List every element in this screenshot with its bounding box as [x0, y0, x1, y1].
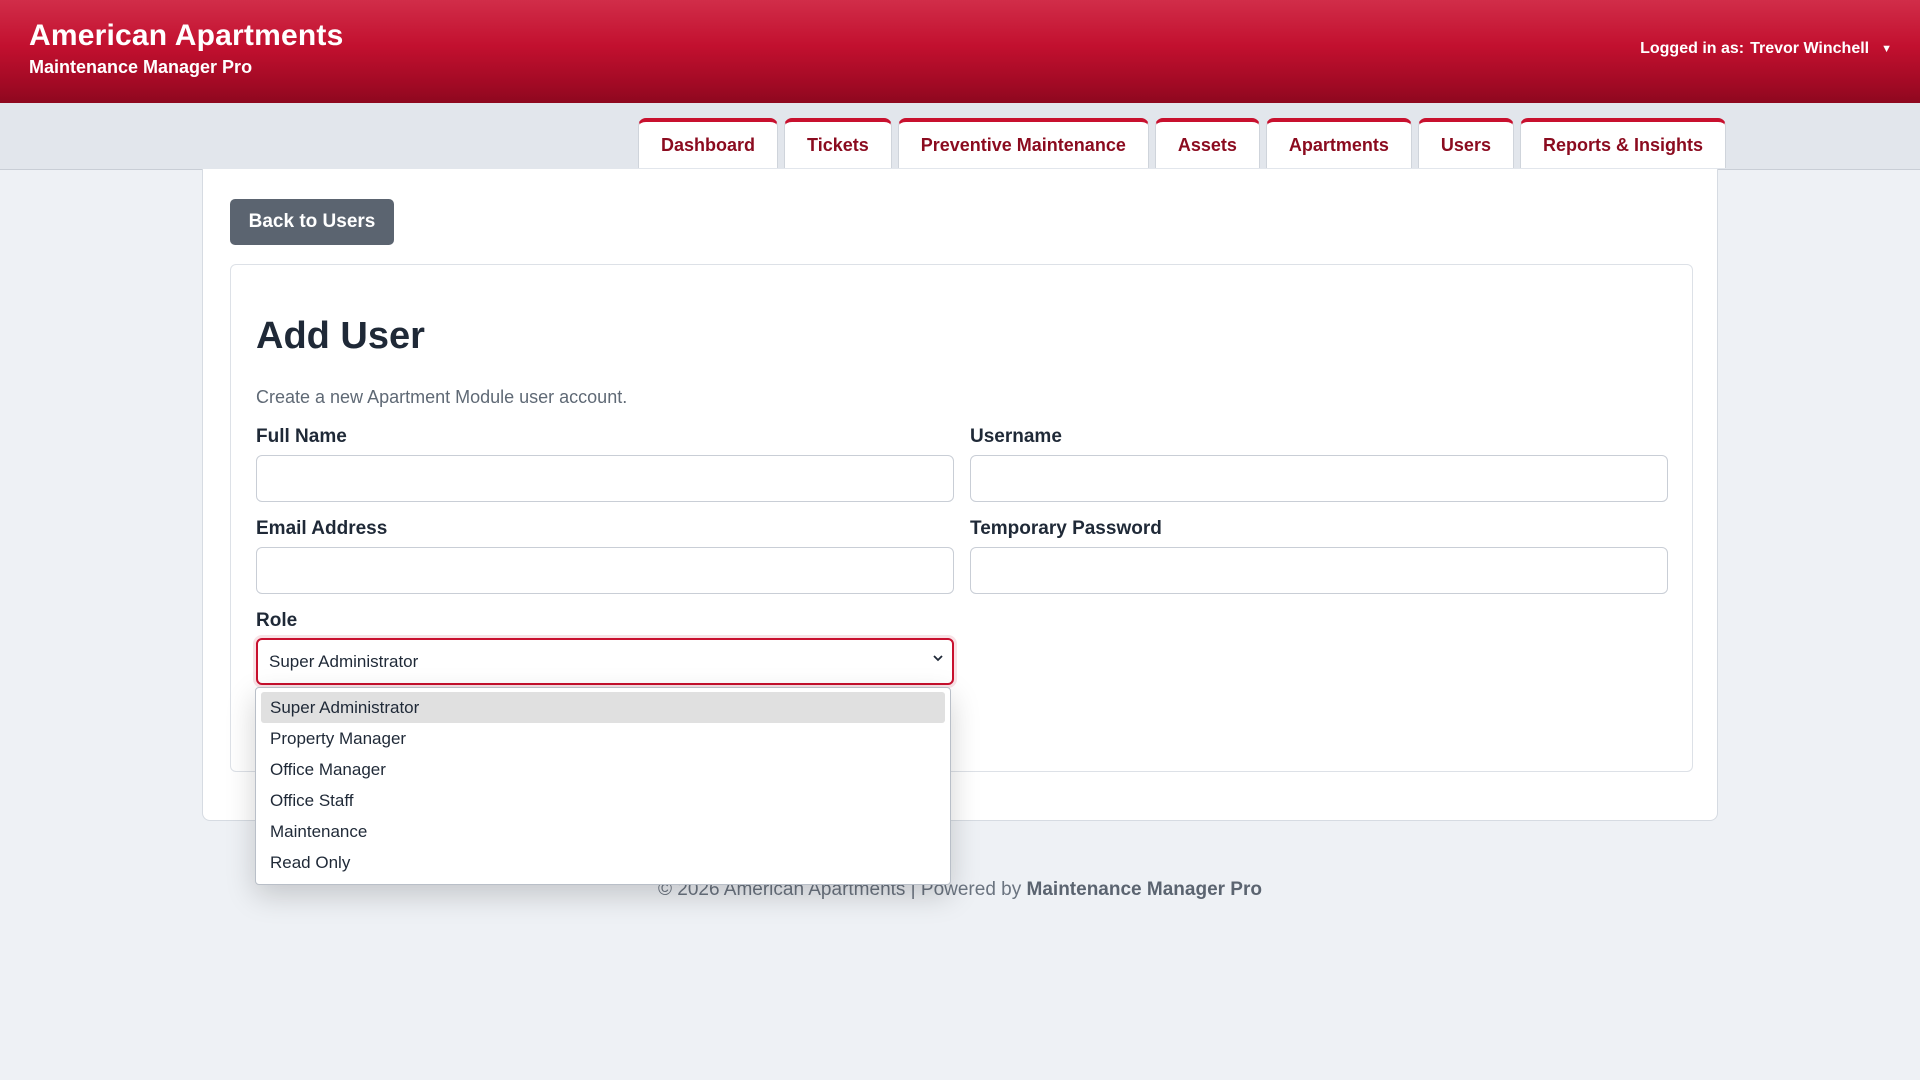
- role-option-office-staff[interactable]: Office Staff: [261, 785, 945, 816]
- email-input[interactable]: [256, 547, 954, 594]
- user-menu[interactable]: Logged in as: Trevor Winchell ▼: [1640, 40, 1892, 58]
- username-input[interactable]: [970, 455, 1668, 502]
- user-name: Trevor Winchell: [1750, 40, 1870, 57]
- role-label: Role: [256, 610, 298, 631]
- role-option-property-manager[interactable]: Property Manager: [261, 723, 945, 754]
- role-option-maintenance[interactable]: Maintenance: [261, 816, 945, 847]
- email-label: Email Address: [256, 518, 388, 539]
- username-label: Username: [970, 426, 1062, 447]
- caret-down-icon: ▼: [1881, 43, 1892, 55]
- footer-brand: Maintenance Manager Pro: [1026, 879, 1262, 900]
- tab-preventive-maintenance[interactable]: Preventive Maintenance: [897, 118, 1149, 168]
- role-option-read-only[interactable]: Read Only: [261, 847, 945, 878]
- user-prefix: Logged in as:: [1640, 40, 1745, 57]
- tab-tickets[interactable]: Tickets: [784, 118, 892, 168]
- temporary-password-input[interactable]: [970, 547, 1668, 594]
- page-title: Add User: [256, 315, 425, 357]
- role-select[interactable]: Super Administrator: [256, 638, 954, 685]
- brand-title: American Apartments: [29, 19, 344, 52]
- app-header: American Apartments Maintenance Manager …: [0, 0, 1920, 103]
- tab-apartments[interactable]: Apartments: [1265, 118, 1412, 168]
- full-name-label: Full Name: [256, 426, 347, 447]
- chevron-down-icon: [932, 651, 944, 667]
- nav-tabs: Dashboard Tickets Preventive Maintenance…: [638, 118, 1726, 168]
- role-option-super-administrator[interactable]: Super Administrator: [261, 692, 945, 723]
- brand-subtitle: Maintenance Manager Pro: [29, 57, 253, 77]
- role-option-office-manager[interactable]: Office Manager: [261, 754, 945, 785]
- back-to-users-button[interactable]: Back to Users: [230, 199, 394, 245]
- full-name-input[interactable]: [256, 455, 954, 502]
- tab-assets[interactable]: Assets: [1154, 118, 1260, 168]
- role-dropdown-list: Super Administrator Property Manager Off…: [255, 687, 951, 885]
- tab-dashboard[interactable]: Dashboard: [638, 118, 779, 168]
- role-select-value: Super Administrator: [269, 651, 419, 671]
- page-description: Create a new Apartment Module user accou…: [256, 387, 628, 407]
- nav-tabbar: Dashboard Tickets Preventive Maintenance…: [0, 103, 1920, 170]
- tab-users[interactable]: Users: [1417, 118, 1514, 168]
- temporary-password-label: Temporary Password: [970, 518, 1162, 539]
- tab-reports-insights[interactable]: Reports & Insights: [1519, 118, 1726, 168]
